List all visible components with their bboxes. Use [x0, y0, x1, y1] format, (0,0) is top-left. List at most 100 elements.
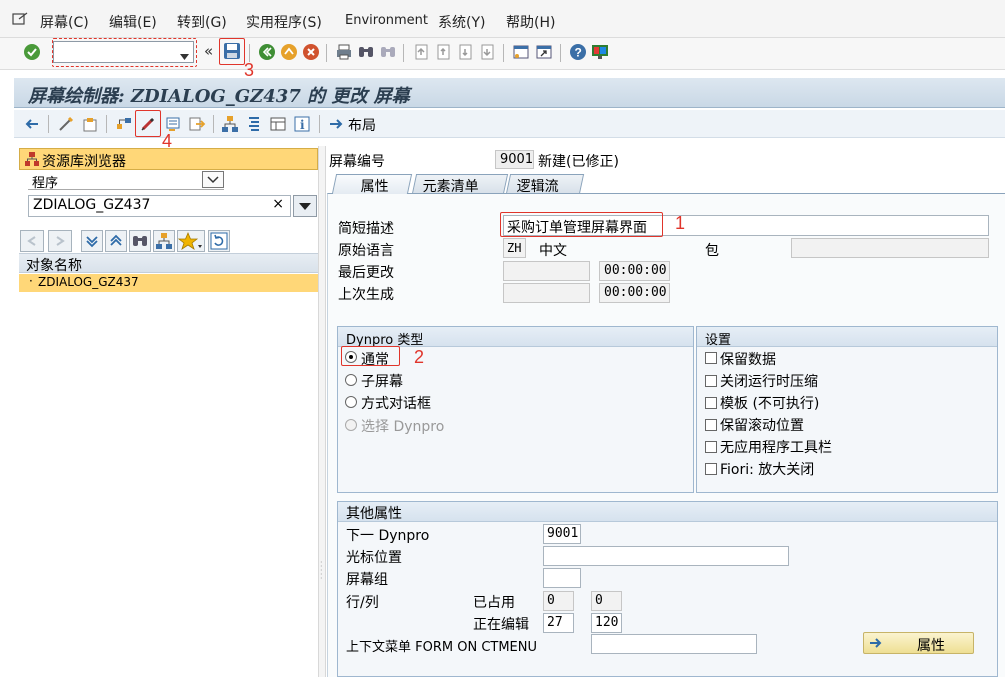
context-menu-input[interactable] [591, 634, 757, 654]
next-object-icon[interactable] [48, 230, 72, 252]
object-list-icon[interactable] [115, 115, 133, 133]
back-icon[interactable] [258, 43, 276, 61]
edit-rows-input[interactable]: 27 [543, 613, 574, 633]
back-arrow-icon[interactable] [23, 115, 41, 133]
checkbox-template[interactable] [705, 397, 717, 409]
checkbox-hold-data[interactable] [705, 352, 717, 364]
settings-title: 设置 [697, 327, 997, 348]
favorites-star-icon[interactable] [177, 230, 205, 252]
next-dynpro-input[interactable]: 9001 [543, 524, 581, 544]
layout-button[interactable]: 布局 [348, 115, 376, 135]
object-type-dropdown-button[interactable] [202, 171, 224, 188]
customize-layout-icon[interactable] [591, 43, 609, 61]
cursor-position-input[interactable] [543, 546, 789, 566]
tab-attributes-label: 属性 [360, 179, 389, 195]
tree-column-title: 对象名称 [26, 258, 82, 274]
panel-splitter[interactable]: · · · · · [318, 146, 326, 677]
short-desc-label: 简短描述 [338, 221, 394, 237]
menu-screen[interactable]: 屏幕(C) [40, 12, 89, 32]
checkbox-fiori-close[interactable] [705, 463, 717, 475]
checkbox-template-label: 模板 (不可执行) [720, 396, 820, 412]
object-type-select[interactable]: 程序 [28, 171, 224, 191]
last-page-icon[interactable] [478, 43, 496, 61]
radio-modal-dialog[interactable] [345, 396, 357, 408]
last-generated-label: 上次生成 [338, 287, 394, 303]
original-language-label: 原始语言 [338, 243, 394, 259]
shortcut-icon[interactable] [535, 43, 553, 61]
checkbox-hold-data-label: 保留数据 [720, 352, 776, 368]
collapse-icon[interactable]: « [204, 42, 213, 60]
used-rows-value: 0 [547, 593, 555, 608]
exit-icon[interactable] [280, 43, 298, 61]
layout-arrow-icon[interactable] [328, 115, 346, 133]
display-object-button[interactable] [293, 195, 317, 217]
radio-selection-screen [345, 419, 357, 431]
menu-goto[interactable]: 转到(G) [177, 12, 227, 32]
refresh-icon[interactable] [208, 230, 230, 252]
first-page-icon[interactable] [412, 43, 430, 61]
annotation-box-1 [500, 212, 663, 237]
previous-object-icon[interactable] [20, 230, 44, 252]
radio-subscreen[interactable] [345, 374, 357, 386]
browser-find-icon[interactable] [129, 230, 151, 252]
tree-item[interactable]: · ZDIALOG_GZ437 [19, 274, 318, 292]
annotation-box-3 [219, 38, 245, 65]
attributes-arrow-icon [869, 636, 885, 654]
next-dynpro-value: 9001 [547, 526, 579, 541]
next-page-icon[interactable] [456, 43, 474, 61]
checkbox-no-app-toolbar[interactable] [705, 441, 717, 453]
flow-logic-icon[interactable] [245, 115, 263, 133]
menu-icon[interactable] [12, 12, 28, 26]
language-code-value: ZH [507, 241, 522, 255]
annotation-box-2 [341, 346, 400, 366]
annotation-number-3: 3 [244, 60, 255, 80]
splitter-grip-icon[interactable]: · · · · · [320, 559, 323, 583]
row-col-label: 行/列 [346, 595, 379, 611]
menu-environment[interactable]: Environment [345, 13, 428, 28]
tab-flow-logic[interactable]: 逻辑流 [505, 174, 585, 195]
annotation-box-4 [135, 110, 161, 137]
help-icon[interactable]: ? [569, 43, 587, 61]
svg-text:i: i [300, 118, 305, 132]
dictionary-fields-icon[interactable] [269, 115, 287, 133]
checkbox-hold-scroll-position[interactable] [705, 419, 717, 431]
menu-system[interactable]: 系统(Y) [438, 12, 485, 32]
find-next-icon[interactable] [379, 43, 397, 61]
used-label: 已占用 [473, 595, 515, 611]
information-icon[interactable]: i [293, 115, 311, 133]
context-menu-label: 上下文菜单 FORM ON CTMENU [346, 640, 538, 655]
find-icon[interactable] [357, 43, 375, 61]
screen-group-input[interactable] [543, 568, 581, 588]
activate-icon[interactable] [81, 115, 99, 133]
checkbox-switch-off-compression[interactable] [705, 375, 717, 387]
where-used-icon[interactable] [188, 115, 206, 133]
language-code-field: ZH [503, 238, 526, 258]
collapse-up-icon[interactable] [105, 230, 127, 252]
display-change-icon[interactable] [57, 115, 75, 133]
menu-utilities[interactable]: 实用程序(S) [246, 12, 322, 32]
new-session-icon[interactable] [512, 43, 530, 61]
attributes-button-label: 属性 [917, 638, 945, 654]
menu-help[interactable]: 帮助(H) [506, 12, 555, 32]
previous-page-icon[interactable] [434, 43, 452, 61]
enter-check-icon[interactable] [23, 43, 41, 61]
tab-attributes[interactable]: 属性 [331, 174, 413, 195]
attributes-button[interactable]: 属性 [863, 632, 974, 654]
hierarchy-icon[interactable] [221, 115, 239, 133]
menu-edit[interactable]: 编辑(E) [109, 12, 157, 32]
clear-input-icon[interactable]: × [272, 196, 284, 212]
object-type-value: 程序 [32, 176, 59, 191]
next-dynpro-label: 下一 Dynpro [346, 528, 430, 544]
last-generated-date-field [503, 283, 590, 303]
cancel-icon[interactable] [302, 43, 320, 61]
tab-element-list[interactable]: 元素清单 [411, 174, 509, 195]
edit-cols-input[interactable]: 120 [591, 613, 622, 633]
print-icon[interactable] [335, 43, 353, 61]
object-name-input[interactable]: ZDIALOG_GZ437 × [28, 195, 291, 217]
tree-header: 对象名称 [19, 253, 318, 274]
expand-down-icon[interactable] [81, 230, 103, 252]
annotation-number-2: 2 [414, 347, 425, 367]
dynpro-type-title: Dynpro 类型 [338, 327, 693, 348]
tree-item-label: ZDIALOG_GZ437 [38, 275, 139, 289]
browser-hierarchy-icon[interactable] [153, 230, 175, 252]
